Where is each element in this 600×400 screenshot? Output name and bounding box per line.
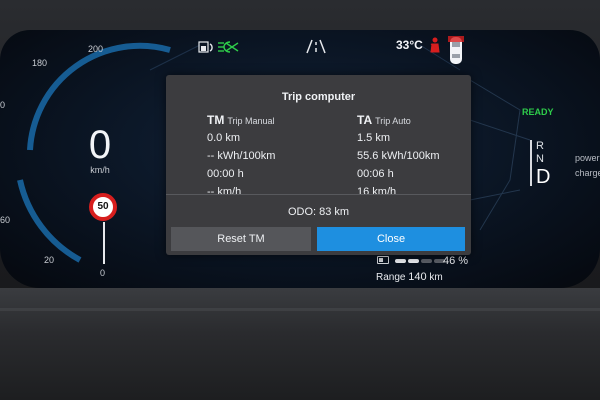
odometer: ODO: 83 km (287, 206, 350, 218)
trip-manual-distance: 0.0 km (207, 132, 241, 144)
soc-segment (395, 259, 406, 263)
speed-tick-0-left: 0 (0, 100, 6, 110)
power-label: power (575, 153, 600, 163)
battery-percent: 46 % (443, 255, 469, 267)
gear-selector-strip (530, 140, 532, 186)
trip-manual-name: Trip Manual (227, 116, 275, 126)
trip-manual-abbr: TM (207, 113, 225, 127)
gear-r: R (536, 140, 544, 152)
speed-unit: km/h (90, 165, 110, 175)
speed-needle (103, 222, 105, 264)
trip-manual-header: TM Trip Manual (207, 113, 275, 129)
ready-indicator: READY (522, 107, 554, 117)
soc-segment (408, 259, 419, 263)
battery-charge-icon (198, 41, 239, 53)
dialog-divider (166, 194, 471, 195)
range-unit: km (429, 272, 443, 283)
seatbelt-warning-icon (430, 37, 440, 53)
trip-manual-time: 00:00 h (207, 168, 244, 180)
lane-road-icon (306, 39, 326, 54)
battery-icon (377, 256, 389, 264)
speed-tick-180: 180 (32, 58, 48, 68)
trip-auto-name: Trip Auto (375, 116, 411, 126)
trip-auto-header: TA Trip Auto (357, 113, 440, 129)
car-top-icon (448, 36, 464, 64)
dashboard-trim (0, 288, 600, 400)
trip-computer-dialog: Trip computer TM Trip Manual 0.0 km -- kW… (166, 75, 471, 255)
charge-label: charge (575, 168, 600, 178)
speed-tick-200: 200 (88, 44, 104, 54)
trip-auto-time: 00:06 h (357, 168, 394, 180)
speed-tick-20: 20 (44, 255, 55, 265)
range-value: 140 (408, 271, 427, 283)
trip-auto-column: TA Trip Auto 1.5 km 55.6 kWh/100km 00:06 … (357, 113, 440, 201)
gear-d-active: D (536, 166, 551, 188)
gear-n: N (536, 153, 544, 165)
dialog-title: Trip computer (281, 91, 356, 103)
speed-limit-sign: 50 (89, 193, 117, 221)
outside-temperature: 33°C (396, 38, 423, 52)
range-readout: Range 140 km (376, 271, 443, 283)
speed-readout: 0 (88, 123, 112, 167)
trip-manual-column: TM Trip Manual 0.0 km -- kWh/100km 00:00 … (207, 113, 275, 201)
speed-tick-60: 60 (0, 215, 11, 225)
reset-tm-button[interactable]: Reset TM (171, 227, 311, 251)
trip-manual-consumption: -- kWh/100km (207, 150, 276, 162)
trip-auto-abbr: TA (357, 113, 373, 127)
speed-tick-0-bottom: 0 (100, 268, 106, 278)
trip-manual-avg-speed: -- km/h (207, 186, 242, 198)
close-button[interactable]: Close (317, 227, 465, 251)
soc-segment (421, 259, 432, 263)
range-label: Range (376, 272, 406, 283)
trim-seam (0, 308, 600, 311)
trip-auto-distance: 1.5 km (357, 132, 391, 144)
trip-auto-consumption: 55.6 kWh/100km (357, 150, 440, 162)
trip-auto-avg-speed: 16 km/h (357, 186, 397, 198)
